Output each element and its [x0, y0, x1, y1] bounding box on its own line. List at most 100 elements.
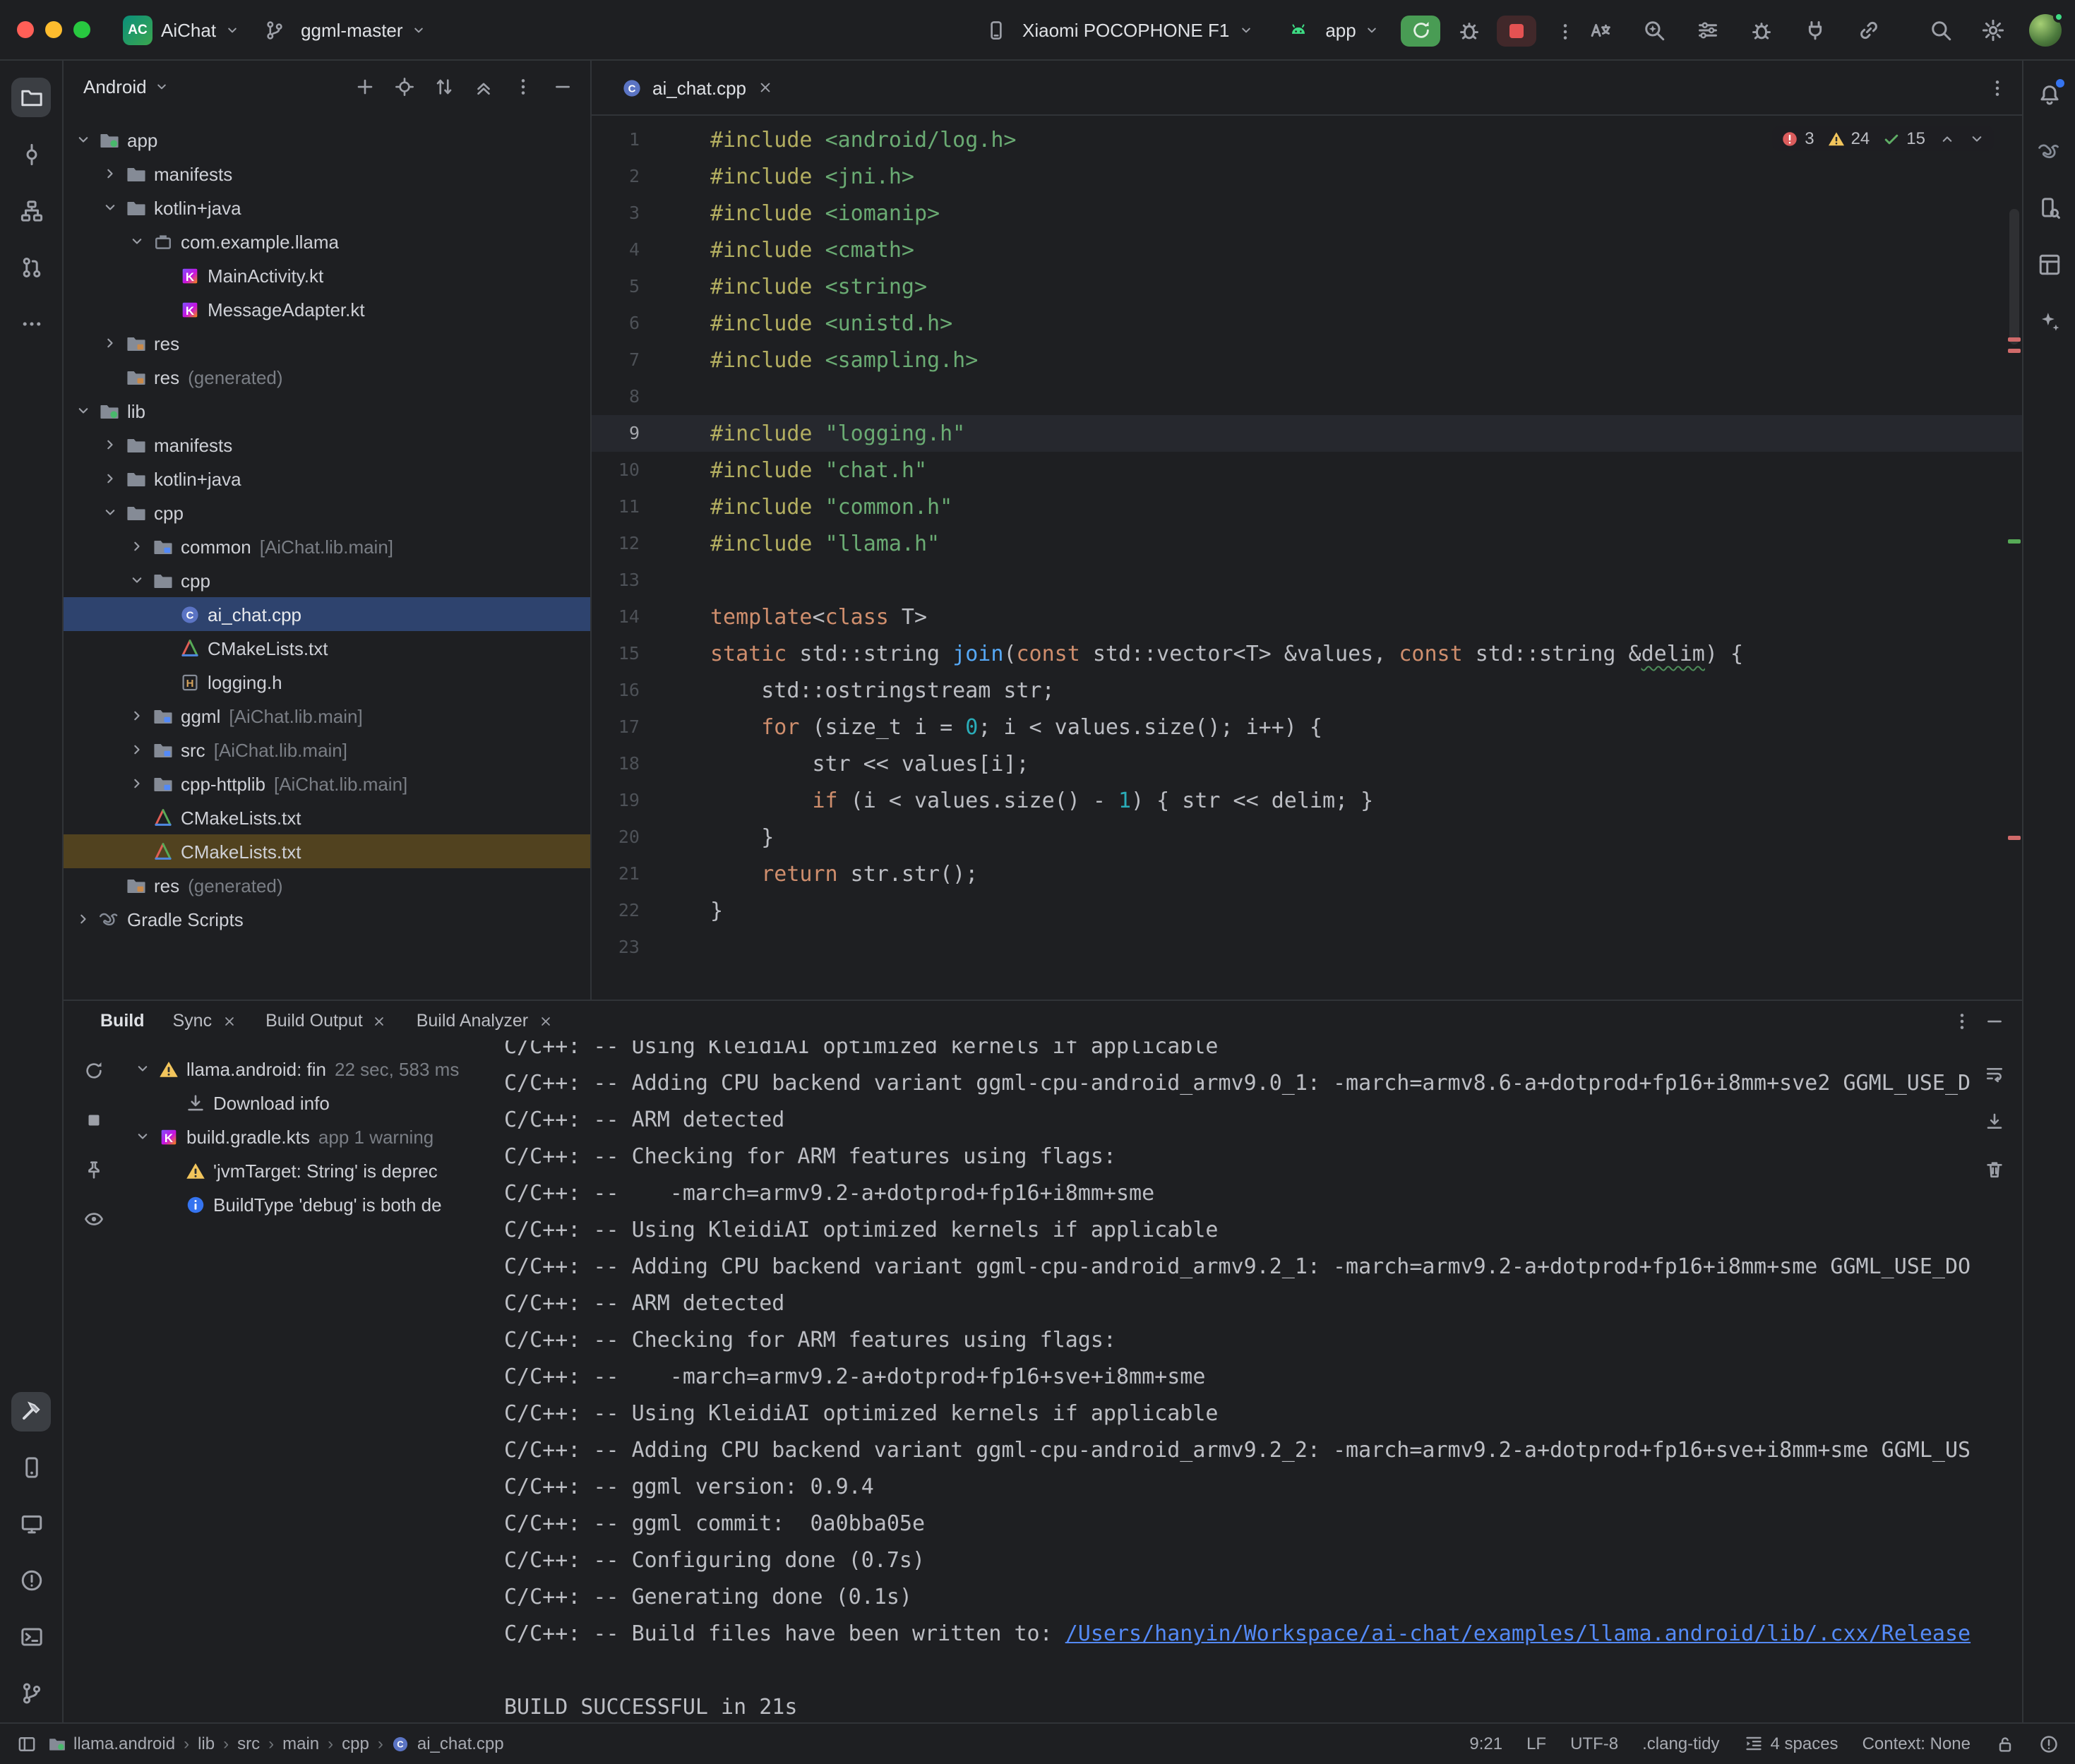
chevron-down-icon[interactable]	[131, 1057, 154, 1080]
chevron-right-icon[interactable]	[99, 332, 121, 354]
device-selector[interactable]: Xiaomi POCOPHONE F1	[971, 15, 1263, 46]
error-count[interactable]: 3	[1781, 128, 1814, 148]
project-folder-icon[interactable]	[11, 78, 51, 117]
context-widget[interactable]: Context: None	[1862, 1734, 1971, 1753]
warning-count[interactable]: 24	[1827, 128, 1870, 148]
chevron-down-icon[interactable]	[131, 1125, 154, 1148]
stop-button[interactable]	[1497, 15, 1537, 46]
pull-requests-icon[interactable]	[11, 247, 51, 287]
code-line-19[interactable]: 19 if (i < values.size() - 1) { str << d…	[592, 782, 2021, 819]
build-event-buildtype-debug-is-both-de[interactable]: BuildType 'debug' is both de	[123, 1187, 504, 1221]
tree-item-res[interactable]: res	[64, 326, 590, 360]
breadcrumb-item-llama-android[interactable]: llama.android	[48, 1734, 175, 1753]
sync-icon[interactable]	[78, 1055, 109, 1086]
error-stripe-mark[interactable]	[2007, 349, 2020, 353]
chevron-right-icon[interactable]	[126, 772, 148, 795]
console-line[interactable]: C/C++: -- Adding CPU backend variant ggm…	[504, 1064, 2021, 1101]
code-line-15[interactable]: 15static std::string join(const std::vec…	[592, 635, 2021, 672]
chevron-down-icon[interactable]	[154, 78, 169, 94]
console-line[interactable]: C/C++: -- Generating done (0.1s)	[504, 1578, 2021, 1615]
close-icon[interactable]	[537, 1012, 554, 1029]
stop-square-icon[interactable]	[78, 1104, 109, 1135]
rerun-button[interactable]	[1401, 15, 1441, 46]
code-line-4[interactable]: 4#include <cmath>	[592, 232, 2021, 268]
build-tab-build-output[interactable]: Build Output	[265, 1011, 388, 1031]
line-number[interactable]: 13	[592, 562, 640, 599]
code-line-10[interactable]: 10#include "chat.h"	[592, 452, 2021, 488]
previous-issue-chevron-up-icon[interactable]	[1938, 130, 1955, 147]
tree-item-ai-chat-cpp[interactable]: Cai_chat.cpp	[64, 597, 590, 631]
build-panel-title[interactable]: Build	[100, 1011, 145, 1031]
passed-count[interactable]: 15	[1882, 128, 1925, 148]
chevron-down-icon[interactable]	[126, 569, 148, 592]
tree-item-res[interactable]: res (generated)	[64, 360, 590, 394]
build-tab-build-analyzer[interactable]: Build Analyzer	[417, 1011, 554, 1031]
tree-item-cpp-httplib[interactable]: cpp-httplib [AiChat.lib.main]	[64, 767, 590, 800]
error-stripe-mark[interactable]	[2007, 337, 2020, 342]
more-icon[interactable]	[11, 304, 51, 343]
console-line[interactable]: C/C++: -- -march=armv9.2-a+dotprod+fp16+…	[504, 1358, 2021, 1395]
editor-scrollbar[interactable]	[2009, 209, 2019, 344]
monitor-icon[interactable]	[11, 1504, 51, 1544]
code-line-11[interactable]: 11#include "common.h"	[592, 488, 2021, 525]
console-line[interactable]: BUILD SUCCESSFUL in 21s	[504, 1688, 2021, 1722]
line-number[interactable]: 14	[592, 599, 640, 635]
plug-icon[interactable]	[1795, 11, 1835, 50]
line-number[interactable]: 2	[592, 158, 640, 195]
line-number[interactable]: 22	[592, 892, 640, 929]
build-event-jvmtarget-string-is-deprec[interactable]: 'jvmTarget: String' is deprec	[123, 1153, 504, 1187]
code-area[interactable]: 1#include <android/log.h>2#include <jni.…	[592, 116, 2021, 1000]
tree-item-manifests[interactable]: manifests	[64, 157, 590, 191]
tree-item-cmakelists-txt[interactable]: CMakeLists.txt	[64, 834, 590, 868]
hammer-icon[interactable]	[11, 1391, 51, 1431]
sparkle-icon[interactable]	[2029, 301, 2069, 340]
close-icon[interactable]	[756, 79, 773, 96]
chevron-right-icon[interactable]	[126, 704, 148, 727]
tab-ai-chat-cpp[interactable]: C ai_chat.cpp	[603, 61, 790, 114]
line-number[interactable]: 15	[592, 635, 640, 672]
code-line-23[interactable]: 23	[592, 929, 2021, 966]
lock-icon[interactable]	[1995, 1734, 2014, 1753]
console-line[interactable]: C/C++: -- Using KleidiAI optimized kerne…	[504, 1395, 2021, 1432]
code-line-21[interactable]: 21 return str.str();	[592, 856, 2021, 892]
terminal-icon[interactable]	[11, 1617, 51, 1657]
console-line[interactable]	[504, 1652, 2021, 1688]
code-line-7[interactable]: 7#include <sampling.h>	[592, 342, 2021, 378]
console-line[interactable]: C/C++: -- Using KleidiAI optimized kerne…	[504, 1211, 2021, 1248]
tree-item-res[interactable]: res (generated)	[64, 868, 590, 902]
code-line-20[interactable]: 20 }	[592, 819, 2021, 856]
code-line-12[interactable]: 12#include "llama.h"	[592, 525, 2021, 562]
tree-item-kotlin-java[interactable]: kotlin+java	[64, 191, 590, 224]
commit-icon[interactable]	[11, 134, 51, 174]
branch-icon[interactable]	[11, 1674, 51, 1713]
editor-options-kebab-icon[interactable]	[1986, 77, 2007, 98]
gradle-icon[interactable]	[2029, 131, 2069, 171]
error-stripe-mark[interactable]	[2007, 836, 2020, 840]
more-run-options-button[interactable]	[1548, 13, 1582, 47]
breadcrumb-item-src[interactable]: src	[237, 1734, 260, 1753]
maximize-window-button[interactable]	[73, 21, 90, 38]
build-console[interactable]: C/C++: -- Using KleidiAI optimized kerne…	[504, 1040, 2021, 1722]
code-line-13[interactable]: 13	[592, 562, 2021, 599]
line-number[interactable]: 1	[592, 121, 640, 158]
breadcrumb-item-lib[interactable]: lib	[198, 1734, 215, 1753]
breadcrumb-item-main[interactable]: main	[282, 1734, 319, 1753]
tree-item-app[interactable]: app	[64, 123, 590, 157]
line-number[interactable]: 12	[592, 525, 640, 562]
line-number[interactable]: 18	[592, 745, 640, 782]
device-manager-icon[interactable]	[11, 1448, 51, 1487]
console-line[interactable]: C/C++: -- Build files have been written …	[504, 1615, 2021, 1652]
indent-setting[interactable]: 4 spaces	[1744, 1734, 1838, 1753]
layout-icon[interactable]	[2029, 244, 2069, 284]
tree-item-com-example-llama[interactable]: com.example.llama	[64, 224, 590, 258]
console-line[interactable]: C/C++: -- ARM detected	[504, 1285, 2021, 1321]
tree-item-cmakelists-txt[interactable]: CMakeLists.txt	[64, 800, 590, 834]
build-options-kebab-icon[interactable]	[1951, 1010, 1972, 1031]
caret-position[interactable]: 9:21	[1469, 1734, 1502, 1753]
build-event-build-gradle-kts[interactable]: Kbuild.gradle.ktsapp 1 warning	[123, 1120, 504, 1153]
chevron-right-icon[interactable]	[99, 162, 121, 185]
breadcrumb-item-cpp[interactable]: cpp	[342, 1734, 369, 1753]
line-number[interactable]: 20	[592, 819, 640, 856]
swap-vert-icon[interactable]	[426, 69, 460, 103]
code-line-16[interactable]: 16 std::ostringstream str;	[592, 672, 2021, 709]
